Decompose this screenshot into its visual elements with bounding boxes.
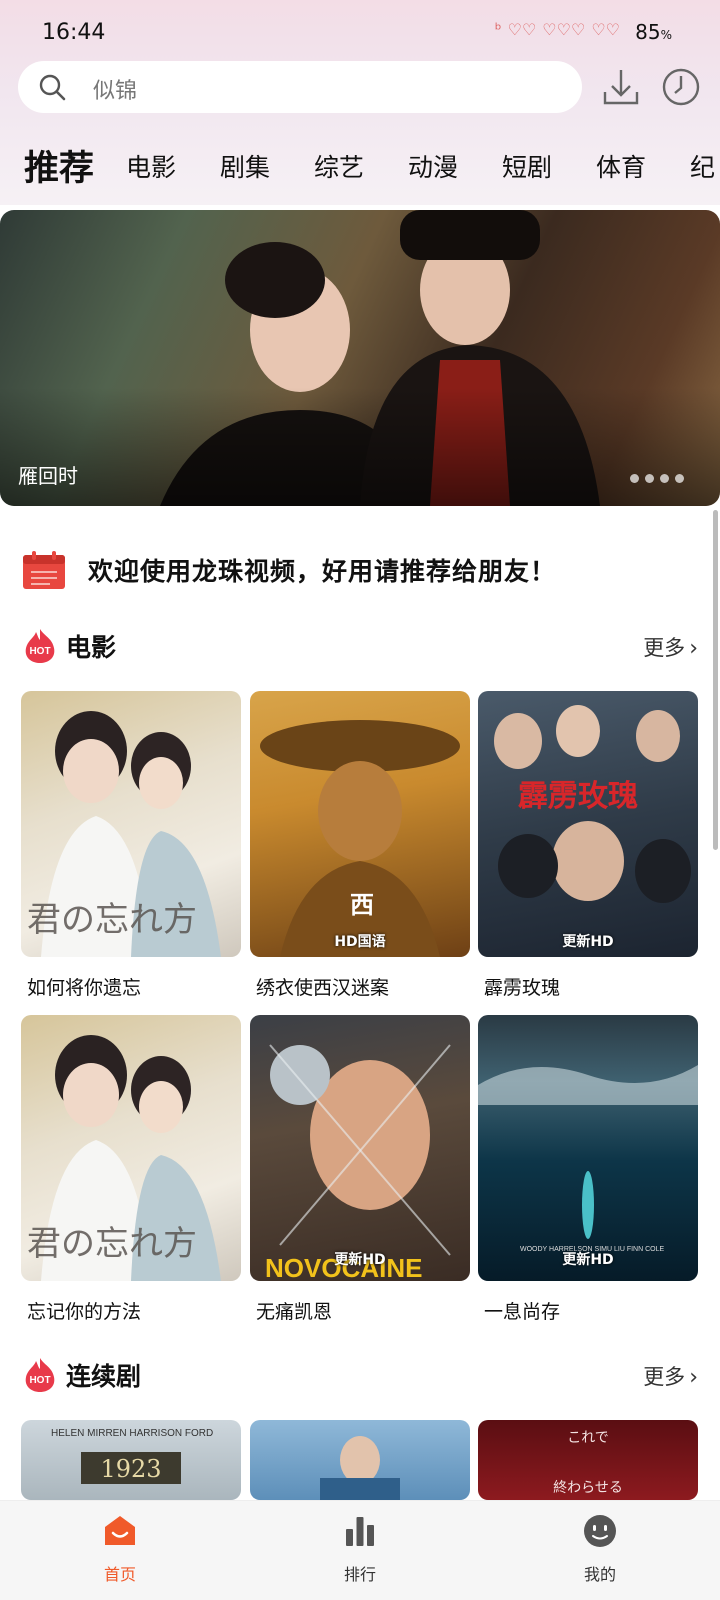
svg-text:君の忘れ方: 君の忘れ方 xyxy=(27,900,197,940)
svg-text:HOT: HOT xyxy=(29,1375,50,1386)
tab-movies[interactable]: 电影 xyxy=(126,148,176,184)
tab-variety[interactable]: 综艺 xyxy=(314,148,364,184)
notification-icon: ♡♡♡ xyxy=(542,20,586,39)
poster-image xyxy=(320,1436,400,1500)
nav-label: 首页 xyxy=(103,1565,136,1584)
search-placeholder: 似锦 xyxy=(93,79,138,104)
home-icon xyxy=(105,1516,135,1545)
pagination-dot xyxy=(630,474,639,483)
calendar-icon xyxy=(23,551,65,589)
nav-label: 我的 xyxy=(583,1565,616,1584)
scrollbar[interactable] xyxy=(713,510,718,850)
notification-icon: ♡♡ xyxy=(507,20,537,39)
tab-documentary[interactable]: 纪 xyxy=(690,148,715,184)
svg-text:HOT: HOT xyxy=(29,646,50,657)
bar-chart-icon xyxy=(346,1517,374,1546)
search-input[interactable]: 似锦 xyxy=(18,61,582,113)
section-title: 电影 xyxy=(66,633,117,662)
featured-banner[interactable]: 雁回时 xyxy=(0,210,720,506)
battery-level: 85% xyxy=(635,20,672,44)
banner-title: 雁回时 xyxy=(18,464,78,488)
series-poster[interactable] xyxy=(250,1420,470,1500)
chevron-right-icon: › xyxy=(689,1365,698,1390)
movie-title[interactable]: 绣衣使西汉迷案 xyxy=(256,973,476,1000)
pagination-dot xyxy=(660,474,669,483)
chevron-right-icon: › xyxy=(689,636,698,661)
section-title: 连续剧 xyxy=(66,1362,142,1391)
download-icon[interactable] xyxy=(600,66,642,108)
welcome-notice: 欢迎使用龙珠视频，好用请推荐给朋友！ xyxy=(22,546,702,592)
status-time: 16:44 xyxy=(42,20,106,45)
poster-image: 君の忘れ方 xyxy=(27,711,221,957)
nav-profile[interactable]: 我的 xyxy=(540,1513,660,1585)
movie-title[interactable]: 忘记你的方法 xyxy=(27,1297,247,1324)
poster-image: WOODY HARRELSON SIMU LIU FINN COLE xyxy=(478,1065,698,1253)
pagination-dot xyxy=(675,474,684,483)
notification-icon: ᵇ xyxy=(494,20,502,39)
svg-text:これで: これで xyxy=(567,1430,609,1446)
poster-image: 霹雳玫瑰 xyxy=(494,705,691,903)
movie-poster[interactable]: 西 HD国语 xyxy=(250,691,470,957)
hot-icon: HOT xyxy=(25,1358,55,1392)
movie-poster[interactable]: NOVOCAINE 更新HD xyxy=(250,1015,470,1281)
poster-image: 君の忘れ方 xyxy=(27,1035,221,1281)
bottom-navigation: 首页 排行 我的 xyxy=(0,1500,720,1600)
series-section-header: HOT 连续剧 更多 › xyxy=(22,1355,698,1399)
status-icons: ᵇ ♡♡ ♡♡♡ ♡♡ xyxy=(495,20,620,39)
nav-home[interactable]: 首页 xyxy=(60,1513,180,1585)
tab-series[interactable]: 剧集 xyxy=(220,148,270,184)
poster-badge: 更新HD xyxy=(562,934,614,950)
poster-badge: HD国语 xyxy=(334,934,386,950)
tab-short-drama[interactable]: 短剧 xyxy=(502,148,552,184)
movie-title[interactable]: 霹雳玫瑰 xyxy=(484,973,704,1000)
tab-recommend[interactable]: 推荐 xyxy=(24,140,94,191)
banner-pagination xyxy=(630,474,684,483)
svg-text:終わらせる: 終わらせる xyxy=(553,1480,623,1496)
status-bar: 16:44 ᵇ ♡♡ ♡♡♡ ♡♡ 85% xyxy=(0,0,720,62)
svg-text:霹雳玫瑰: 霹雳玫瑰 xyxy=(518,779,638,814)
pagination-dot xyxy=(645,474,654,483)
history-icon[interactable] xyxy=(660,66,702,108)
series-poster[interactable]: HELEN MIRREN HARRISON FORD 1923 xyxy=(21,1420,241,1500)
movie-poster[interactable]: 君の忘れ方 xyxy=(21,1015,241,1281)
poster-image: HELEN MIRREN HARRISON FORD 1923 xyxy=(51,1428,213,1484)
movie-poster[interactable]: WOODY HARRELSON SIMU LIU FINN COLE 更新HD xyxy=(478,1015,698,1281)
poster-image: NOVOCAINE xyxy=(265,1044,451,1281)
svg-text:1923: 1923 xyxy=(100,1455,161,1483)
notice-text: 欢迎使用龙珠视频，好用请推荐给朋友！ xyxy=(88,557,557,586)
svg-text:君の忘れ方: 君の忘れ方 xyxy=(27,1224,197,1264)
tab-anime[interactable]: 动漫 xyxy=(408,148,458,184)
hot-icon: HOT xyxy=(25,629,55,663)
poster-badge: 更新HD xyxy=(334,1252,386,1268)
movie-poster[interactable]: 君の忘れ方 xyxy=(21,691,241,957)
more-link-series[interactable]: 更多 › xyxy=(643,1361,698,1391)
notification-icon: ♡♡ xyxy=(591,20,620,39)
svg-text:西: 西 xyxy=(350,890,374,919)
movie-title[interactable]: 如何将你遗忘 xyxy=(27,973,247,1000)
search-icon xyxy=(39,74,66,101)
banner-image xyxy=(0,210,720,506)
more-link-movies[interactable]: 更多 › xyxy=(643,632,698,662)
svg-text:HELEN MIRREN HARRISON FORD: HELEN MIRREN HARRISON FORD xyxy=(51,1428,213,1439)
poster-image: これで 終わらせる xyxy=(553,1430,623,1496)
movie-poster[interactable]: 霹雳玫瑰 更新HD xyxy=(478,691,698,957)
movie-title[interactable]: 一息尚存 xyxy=(484,1297,704,1324)
movie-title[interactable]: 无痛凯恩 xyxy=(256,1297,476,1324)
category-tabs: 推荐 电影 剧集 综艺 动漫 短剧 体育 纪 xyxy=(24,140,720,196)
series-poster[interactable]: これで 終わらせる xyxy=(478,1420,698,1500)
poster-image: 西 xyxy=(260,720,460,957)
movies-section-header: HOT 电影 更多 › xyxy=(22,626,698,670)
poster-badge: 更新HD xyxy=(562,1252,614,1268)
tab-sports[interactable]: 体育 xyxy=(596,148,646,184)
nav-ranking[interactable]: 排行 xyxy=(300,1513,420,1585)
nav-label: 排行 xyxy=(343,1565,376,1584)
profile-face-icon xyxy=(584,1515,616,1547)
